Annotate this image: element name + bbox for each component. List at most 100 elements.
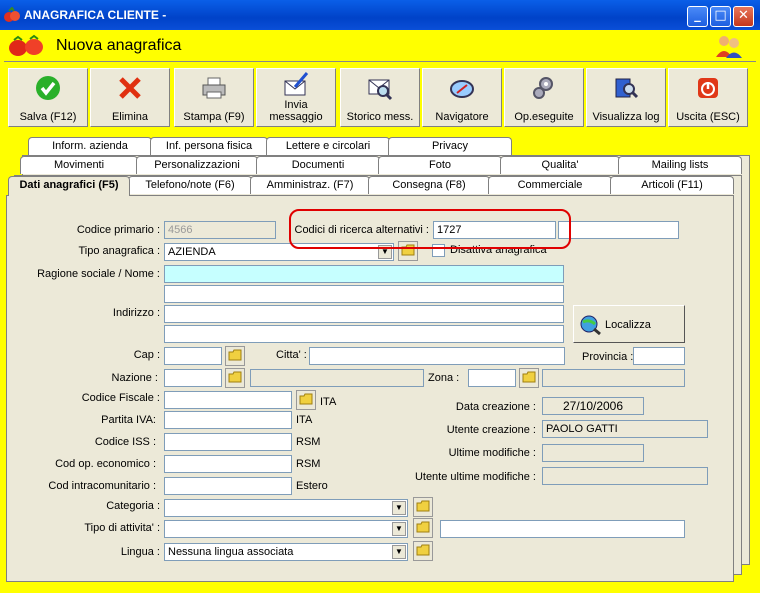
send-message-button[interactable]: Invia messaggio: [256, 68, 336, 127]
minimize-button[interactable]: _: [687, 6, 708, 27]
tipo-attivita-label: Tipo di attivita' :: [84, 522, 160, 534]
tab-documenti[interactable]: Documenti: [256, 156, 380, 174]
strawberry-icon: [9, 34, 43, 56]
cf-country: ITA: [320, 396, 337, 408]
nazione-desc-field: [250, 369, 424, 387]
cap-folder-button[interactable]: [225, 346, 245, 366]
tab-amministraz[interactable]: Amministraz. (F7): [250, 176, 370, 194]
tab-qualita[interactable]: Qualita': [500, 156, 620, 174]
provincia-field[interactable]: [633, 347, 685, 365]
folder-icon: [299, 393, 313, 405]
tab-dati-anagrafici[interactable]: Dati anagrafici (F5): [8, 176, 130, 196]
folder-icon: [416, 544, 430, 556]
indirizzo-field-2[interactable]: [164, 325, 564, 343]
tab-inf-persona-fisica[interactable]: Inf. persona fisica: [150, 137, 268, 155]
compass-icon: [450, 80, 474, 98]
data-creazione-label: Data creazione :: [455, 401, 536, 413]
categoria-folder-button[interactable]: [413, 497, 433, 517]
folder-icon: [228, 371, 242, 383]
citta-label: Citta' :: [276, 349, 307, 361]
zona-folder-button[interactable]: [519, 368, 539, 388]
tab-telefono-note[interactable]: Telefono/note (F6): [128, 176, 252, 194]
ultime-modifiche-field: [542, 444, 644, 462]
title-bar[interactable]: ANAGRAFICA CLIENTE - _ □ ✕: [0, 0, 760, 30]
cap-field[interactable]: [164, 347, 222, 365]
navigator-button[interactable]: Navigatore: [422, 68, 502, 127]
tab-personalizzazioni[interactable]: Personalizzazioni: [136, 156, 258, 174]
localizza-button[interactable]: Localizza: [573, 305, 685, 343]
message-history-button[interactable]: Storico mess.: [340, 68, 420, 127]
globe-search-icon: [580, 315, 601, 335]
delete-x-icon: [119, 77, 141, 99]
chevron-down-icon: ▼: [392, 501, 406, 515]
close-button[interactable]: ✕: [733, 6, 754, 27]
tab-foto[interactable]: Foto: [378, 156, 502, 174]
print-button[interactable]: Stampa (F9): [174, 68, 254, 127]
cod-op-economico-label: Cod op. economico :: [55, 458, 156, 470]
citta-field[interactable]: [309, 347, 565, 365]
tipo-attivita-select[interactable]: ▼: [164, 520, 408, 538]
cap-label: Cap :: [133, 349, 160, 361]
cod-op-economico-field[interactable]: [164, 455, 292, 473]
zona-desc-field: [542, 369, 685, 387]
piva-country: ITA: [296, 414, 313, 426]
delete-button[interactable]: Elimina: [90, 68, 170, 127]
utente-creazione-label: Utente creazione :: [446, 424, 536, 436]
ragione-sociale-field-2[interactable]: [164, 285, 564, 303]
maximize-button[interactable]: □: [710, 6, 731, 27]
chevron-down-icon: ▼: [392, 522, 406, 536]
ultime-modifiche-label: Ultime modifiche :: [448, 447, 536, 459]
codice-primario-field[interactable]: 4566: [164, 221, 276, 239]
lingua-folder-button[interactable]: [413, 541, 433, 561]
app-icon: [4, 7, 20, 22]
save-button[interactable]: Salva (F12): [8, 68, 88, 127]
check-icon: [36, 76, 60, 100]
lingua-select[interactable]: Nessuna lingua associata ▼: [164, 543, 408, 561]
gears-icon: [533, 77, 553, 99]
tab-commerciale[interactable]: Commerciale: [488, 176, 612, 194]
operations-done-button[interactable]: Op.eseguite: [504, 68, 584, 127]
tab-inform-azienda[interactable]: Inform. azienda: [28, 137, 152, 155]
indirizzo-label: Indirizzo :: [112, 307, 160, 319]
partita-iva-label: Partita IVA:: [101, 414, 156, 426]
tipo-anagrafica-label: Tipo anagrafica :: [78, 245, 160, 257]
categoria-select[interactable]: ▼: [164, 499, 408, 517]
tab-movimenti[interactable]: Movimenti: [20, 156, 138, 174]
partita-iva-field[interactable]: [164, 411, 292, 429]
zona-label: Zona :: [428, 372, 460, 384]
folder-icon: [416, 500, 430, 512]
utente-ultime-label: Utente ultime modifiche :: [414, 471, 536, 483]
window-title: ANAGRAFICA CLIENTE -: [24, 8, 167, 22]
indirizzo-field-1[interactable]: [164, 305, 564, 323]
cf-folder-button[interactable]: [296, 390, 316, 410]
tab-articoli[interactable]: Articoli (F11): [610, 176, 734, 194]
nazione-field[interactable]: [164, 369, 222, 387]
tab-consegna[interactable]: Consegna (F8): [368, 176, 490, 194]
cod-intracomunitario-field[interactable]: [164, 477, 292, 495]
header: Nuova anagrafica: [4, 30, 756, 62]
codice-iss-field[interactable]: [164, 433, 292, 451]
codice-fiscale-label: Codice Fiscale :: [81, 392, 160, 404]
tab-lettere-circolari[interactable]: Lettere e circolari: [266, 137, 390, 155]
view-log-button[interactable]: Visualizza log: [586, 68, 666, 127]
tab-privacy[interactable]: Privacy: [388, 137, 512, 155]
exit-button[interactable]: Uscita (ESC): [668, 68, 748, 127]
codice-fiscale-field[interactable]: [164, 391, 292, 409]
provincia-label: Provincia :: [582, 351, 634, 363]
zona-field[interactable]: [468, 369, 516, 387]
book-search-icon: [615, 78, 639, 99]
tab-mailing-lists[interactable]: Mailing lists: [618, 156, 742, 174]
lingua-label: Lingua :: [120, 546, 160, 558]
nazione-folder-button[interactable]: [225, 368, 245, 388]
utente-creazione-field: PAOLO GATTI: [542, 420, 708, 438]
attivita-folder-button[interactable]: [413, 518, 433, 538]
folder-icon: [228, 349, 242, 361]
tipo-attivita-desc-field[interactable]: [440, 520, 685, 538]
codice-iss-label: Codice ISS :: [94, 436, 156, 448]
users-icon: [716, 36, 742, 58]
printer-icon: [202, 77, 226, 99]
cod-intracomunitario-label: Cod intracomunitario :: [48, 480, 156, 492]
ragione-sociale-field-1[interactable]: [164, 265, 564, 283]
codici-ricerca-field-2[interactable]: [558, 221, 679, 239]
toolbar: Salva (F12) Elimina Stampa (F9) Invia mes…: [6, 66, 750, 128]
